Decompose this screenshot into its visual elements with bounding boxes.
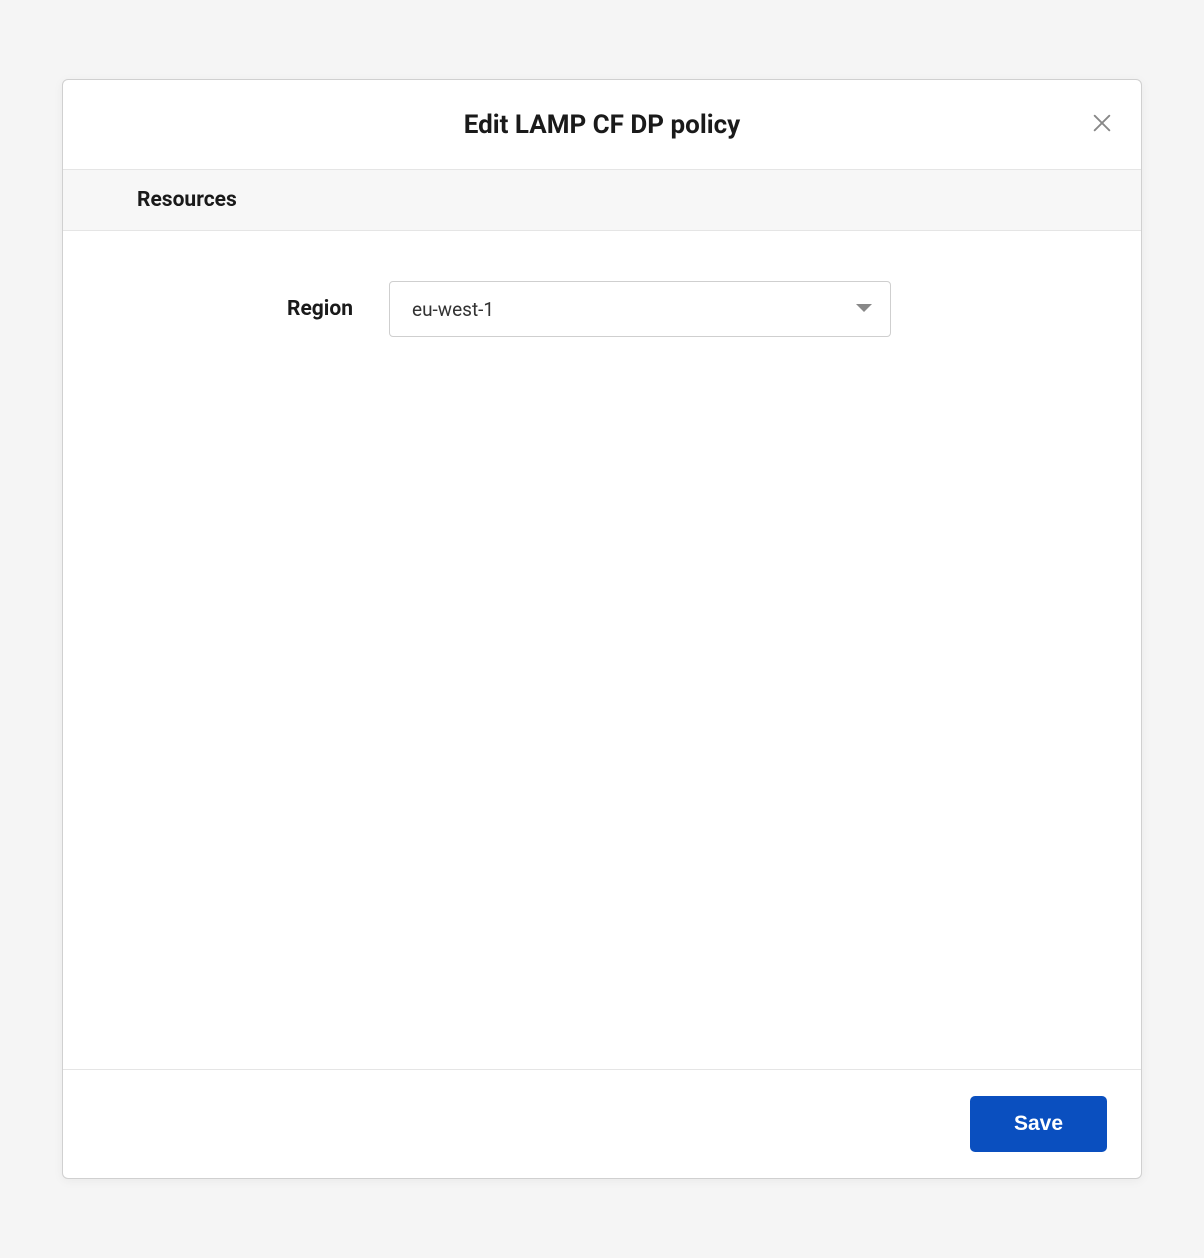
edit-policy-modal: Edit LAMP CF DP policy Resources Region … — [62, 79, 1142, 1179]
close-button[interactable] — [1087, 110, 1117, 140]
modal-title: Edit LAMP CF DP policy — [464, 110, 740, 140]
close-icon — [1091, 112, 1113, 137]
region-select-wrap: eu-west-1 — [389, 281, 891, 337]
save-button[interactable]: Save — [970, 1096, 1107, 1152]
modal-footer: Save — [63, 1069, 1141, 1178]
region-label: Region — [123, 297, 353, 321]
section-header-resources: Resources — [63, 170, 1141, 231]
region-row: Region eu-west-1 — [123, 281, 1081, 337]
modal-header: Edit LAMP CF DP policy — [63, 80, 1141, 170]
modal-content: Region eu-west-1 — [63, 231, 1141, 1069]
region-select-value: eu-west-1 — [412, 298, 494, 321]
region-select[interactable]: eu-west-1 — [389, 281, 891, 337]
